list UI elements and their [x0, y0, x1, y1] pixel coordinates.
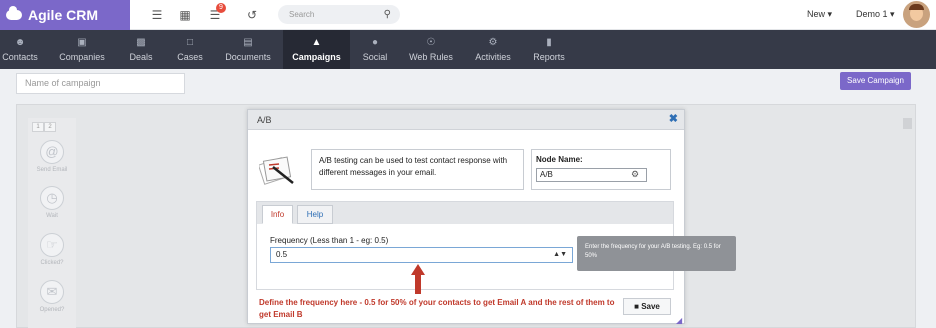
bar-chart-icon: ▮	[546, 37, 552, 48]
cogs-icon: ⚙	[488, 37, 498, 48]
envelope-open-icon: ✉	[40, 280, 64, 304]
palette-tab[interactable]: 1	[32, 122, 44, 132]
quill-paper-icon	[259, 156, 294, 185]
nav-item-label: Social	[362, 52, 388, 62]
palette-item-label: Clicked?	[40, 260, 64, 266]
nav-item-label: Documents	[225, 52, 271, 62]
frequency-select[interactable]: 0.5 ▲▼	[270, 247, 573, 263]
sitemap-icon: ▲	[311, 37, 322, 48]
nav-item-label: Contacts	[2, 52, 38, 62]
resize-handle-icon[interactable]: ◢	[676, 316, 682, 325]
palette-item-label: Wait	[46, 213, 58, 219]
save-icon: ■	[634, 302, 639, 311]
ab-description: A/B testing can be used to test contact …	[311, 149, 524, 190]
history-icon[interactable]: ↺	[245, 8, 259, 22]
brand-name: Agile CRM	[28, 7, 98, 23]
close-icon[interactable]: ✖	[669, 114, 678, 125]
calendar-icon[interactable]: ▦	[178, 8, 192, 22]
save-button[interactable]: ■ Save	[623, 298, 671, 315]
new-dropdown[interactable]: New ▾	[807, 9, 832, 20]
building-icon: ▣	[77, 37, 87, 48]
palette-tab[interactable]: 2	[44, 122, 56, 132]
notification-badge: 9	[216, 3, 226, 13]
spinner-arrows-icon: ▲▼	[553, 251, 567, 258]
nav-item-label: Campaigns	[292, 52, 341, 62]
folder-icon: □	[186, 37, 194, 48]
nav-item-web-rules[interactable]: ☉ Web Rules	[406, 30, 456, 69]
caret-down-icon: ▾	[827, 9, 833, 19]
at-sign-icon: @	[40, 140, 64, 164]
frequency-annotation: Define the frequency here - 0.5 for 50% …	[259, 298, 615, 319]
palette-item-wait[interactable]: ◷ Wait	[32, 186, 72, 219]
brand-logo[interactable]: Agile CRM	[0, 0, 130, 30]
tab-info[interactable]: Info	[262, 205, 293, 224]
tab-help[interactable]: Help	[297, 205, 333, 224]
caret-down-icon: ▾	[890, 9, 895, 19]
palette-item-opened[interactable]: ✉ Opened?	[32, 280, 72, 313]
nav-item-label: Cases	[177, 52, 203, 62]
save-campaign-button[interactable]: Save Campaign	[840, 72, 911, 90]
up-arrow-icon	[411, 264, 425, 294]
pointer-icon: ☞	[40, 233, 64, 257]
chat-icon: ●	[371, 37, 379, 48]
search-placeholder: Search	[289, 10, 315, 19]
user-dropdown-label: Demo 1	[856, 9, 888, 19]
campaign-name-input[interactable]: Name of campaign	[16, 73, 185, 94]
save-button-label: Save	[641, 302, 660, 311]
nav-item-activities[interactable]: ⚙ Activities	[470, 30, 516, 69]
frequency-value: 0.5	[276, 250, 288, 259]
nav-item-contacts[interactable]: ☻ Contacts	[0, 30, 40, 69]
nav-item-deals[interactable]: ▩ Deals	[122, 30, 160, 69]
nav-item-social[interactable]: ● Social	[358, 30, 392, 69]
palette-item-label: Opened?	[39, 307, 65, 313]
cloud-icon	[6, 6, 22, 20]
top-bar: Agile CRM ☰ ▦ ☰ 9 ↺ Search ⚲ New ▾ Demo …	[0, 0, 936, 30]
money-icon: ▩	[136, 37, 146, 48]
palette-tabs: 12	[32, 122, 66, 132]
person-icon: ☻	[14, 37, 26, 48]
nav-item-companies[interactable]: ▣ Companies	[56, 30, 108, 69]
nav-item-label: Deals	[129, 52, 153, 62]
nav-item-label: Web Rules	[409, 52, 453, 62]
document-icon: ▤	[243, 37, 253, 48]
search-input[interactable]: Search ⚲	[278, 5, 400, 24]
frequency-label: Frequency (Less than 1 - eg: 0.5)	[270, 236, 389, 245]
palette-item-clicked[interactable]: ☞ Clicked?	[32, 233, 72, 266]
nav-item-label: Activities	[475, 52, 511, 62]
palette-item-send-email[interactable]: @ Send Email	[32, 140, 72, 173]
user-dropdown[interactable]: Demo 1 ▾	[856, 9, 895, 20]
globe-icon: ☉	[426, 37, 436, 48]
clock-icon: ◷	[40, 186, 64, 210]
search-icon[interactable]: ⚲	[384, 5, 391, 24]
canvas-scrollbar[interactable]	[903, 118, 912, 129]
list-indent-icon[interactable]: ☰	[150, 8, 164, 22]
nav-item-label: Companies	[59, 52, 105, 62]
frequency-tooltip: Enter the frequency for your A/B testing…	[577, 236, 736, 271]
node-name-label: Node Name:	[536, 155, 583, 164]
new-dropdown-label: New	[807, 9, 826, 19]
edit-icon[interactable]: ⚙	[631, 169, 639, 180]
nav-item-reports[interactable]: ▮ Reports	[530, 30, 568, 69]
avatar[interactable]	[903, 1, 930, 28]
nav-item-cases[interactable]: □ Cases	[172, 30, 208, 69]
nav-item-documents[interactable]: ▤ Documents	[220, 30, 276, 69]
main-nav: ☻ Contacts ▣ Companies ▩ Deals □ Cases ▤…	[0, 30, 936, 69]
dialog-title: A/B	[248, 110, 684, 130]
nav-item-label: Reports	[533, 52, 565, 62]
palette-item-label: Send Email	[36, 167, 68, 173]
nav-item-campaigns[interactable]: ▲ Campaigns	[283, 30, 350, 69]
